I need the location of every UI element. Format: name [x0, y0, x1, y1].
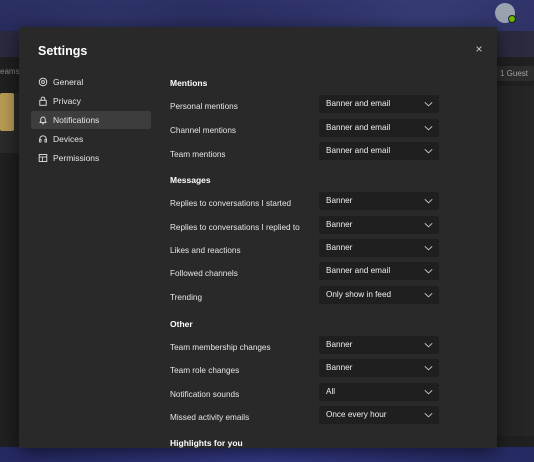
row-label-personal-mentions: Personal mentions [170, 102, 238, 111]
replies-started-dropdown[interactable]: Banner [319, 192, 439, 210]
row-label-notification-sounds: Notification sounds [170, 390, 240, 399]
row-label-team-role: Team role changes [170, 366, 240, 375]
close-icon: × [475, 42, 483, 56]
dialog-title: Settings [38, 44, 88, 58]
notification-sounds-dropdown[interactable]: All [319, 383, 439, 401]
guest-button[interactable]: 1 Guest [496, 66, 534, 81]
personal-mentions-dropdown[interactable]: Banner and email [319, 95, 439, 113]
replies-replied-dropdown[interactable]: Banner [319, 216, 439, 234]
team-role-dropdown[interactable]: Banner [319, 359, 439, 377]
nav-item-label: Devices [53, 134, 84, 144]
gear-icon [38, 77, 48, 87]
nav-item-general[interactable]: General [31, 73, 151, 91]
nav-item-devices[interactable]: Devices [31, 130, 151, 148]
dropdown-value: Banner and email [326, 99, 391, 108]
chevron-down-icon [424, 101, 433, 107]
chevron-down-icon [424, 292, 433, 298]
close-button[interactable]: × [472, 42, 486, 56]
lock-icon [39, 96, 47, 106]
channel-mentions-dropdown[interactable]: Banner and email [319, 119, 439, 137]
row-label-replies-replied: Replies to conversations I replied to [170, 223, 300, 232]
team-membership-dropdown[interactable]: Banner [319, 336, 439, 354]
teams-nav-label: eams [0, 67, 20, 76]
chevron-down-icon [424, 412, 433, 418]
dropdown-value: Once every hour [326, 410, 387, 419]
chevron-down-icon [424, 365, 433, 371]
chevron-down-icon [424, 245, 433, 251]
headset-icon [39, 135, 47, 143]
row-label-team-mentions: Team mentions [170, 150, 226, 159]
section-heading-mentions: Mentions [170, 78, 208, 88]
presence-status-icon [508, 15, 516, 23]
dropdown-value: Banner [326, 340, 353, 349]
nav-item-privacy[interactable]: Privacy [31, 92, 151, 110]
section-heading-other: Other [170, 319, 193, 329]
row-label-channel-mentions: Channel mentions [170, 126, 236, 135]
team-mentions-dropdown[interactable]: Banner and email [319, 142, 439, 160]
chevron-down-icon [424, 389, 433, 395]
chevron-down-icon [424, 342, 433, 348]
nav-item-label: Permissions [53, 153, 100, 163]
nav-item-notifications[interactable]: Notifications [31, 111, 151, 129]
nav-item-label: General [53, 77, 84, 87]
team-tile [0, 93, 14, 131]
missed-activity-dropdown[interactable]: Once every hour [319, 406, 439, 424]
dropdown-value: Banner and email [326, 123, 391, 132]
teams-right-pane [497, 86, 534, 436]
chevron-down-icon [424, 268, 433, 274]
row-label-replies-started: Replies to conversations I started [170, 199, 292, 208]
likes-reactions-dropdown[interactable]: Banner [319, 239, 439, 257]
dropdown-value: Banner [326, 196, 353, 205]
chevron-down-icon [424, 148, 433, 154]
row-label-trending: Trending [170, 293, 203, 302]
row-label-team-membership: Team membership changes [170, 343, 271, 352]
dropdown-value: Only show in feed [326, 290, 392, 299]
followed-channels-dropdown[interactable]: Banner and email [319, 262, 439, 280]
section-heading-messages: Messages [170, 175, 211, 185]
dropdown-value: Banner [326, 243, 353, 252]
dropdown-value: Banner and email [326, 266, 391, 275]
nav-item-label: Notifications [53, 115, 100, 125]
nav-item-label: Privacy [53, 96, 81, 106]
nav-item-permissions[interactable]: Permissions [31, 149, 151, 167]
settings-dialog: Settings × General Privacy Notifications… [19, 27, 497, 448]
trending-dropdown[interactable]: Only show in feed [319, 286, 439, 304]
dropdown-value: Banner [326, 363, 353, 372]
chevron-down-icon [424, 198, 433, 204]
taskbar [0, 447, 534, 462]
dropdown-value: Banner [326, 220, 353, 229]
chevron-down-icon [424, 125, 433, 131]
bell-icon [39, 116, 47, 125]
row-label-followed-channels: Followed channels [170, 269, 238, 278]
dropdown-value: All [326, 387, 336, 396]
row-label-missed-activity: Missed activity emails [170, 413, 250, 422]
dropdown-value: Banner and email [326, 146, 391, 155]
permissions-icon [38, 154, 48, 162]
section-heading-highlights: Highlights for you [170, 438, 243, 448]
row-label-likes-reactions: Likes and reactions [170, 246, 241, 255]
chevron-down-icon [424, 222, 433, 228]
